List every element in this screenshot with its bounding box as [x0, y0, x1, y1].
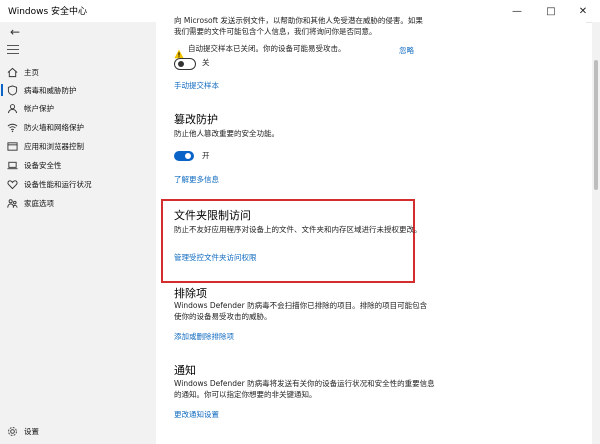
gear-icon: [6, 425, 18, 437]
close-button[interactable]: ✕: [566, 0, 600, 22]
minimize-button[interactable]: —: [500, 0, 534, 22]
sample-submission-toggle[interactable]: [174, 58, 196, 70]
sidebar-item-label: 帐户保护: [24, 103, 54, 113]
sidebar-item-firewall[interactable]: 防火墙和网络保护: [0, 118, 156, 136]
home-icon: [6, 66, 18, 78]
exclusions-description: Windows Defender 防病毒不会扫描你已排除的项目。排除的项目可能包…: [174, 301, 428, 310]
sidebar-item-device-security[interactable]: 设备安全性: [0, 156, 156, 174]
scrollbar-thumb[interactable]: [594, 60, 598, 190]
family-icon: [6, 197, 18, 209]
tamper-protection-toggle[interactable]: [174, 151, 194, 161]
sidebar-item-label: 防火墙和网络保护: [24, 122, 84, 132]
window-title: Windows 安全中心: [8, 7, 88, 17]
add-remove-exclusions-link[interactable]: 添加或删除排除项: [174, 331, 234, 342]
controlled-folder-access-description: 防止不友好应用程序对设备上的文件、文件夹和内存区域进行未授权更改。: [174, 225, 422, 234]
sidebar-item-home[interactable]: 主页: [0, 63, 156, 81]
sidebar-item-label: 设备性能和运行状况: [24, 179, 92, 189]
manual-submit-link[interactable]: 手动提交样本: [174, 80, 219, 91]
hamburger-menu-icon[interactable]: [6, 42, 20, 56]
heart-icon: [6, 178, 18, 190]
sidebar-item-virus-protection[interactable]: 病毒和威胁防护: [0, 81, 156, 99]
sidebar-item-label: 设置: [24, 426, 39, 436]
sidebar-item-label: 病毒和威胁防护: [24, 85, 77, 95]
tamper-protection-title: 篡改防护: [174, 113, 218, 126]
sidebar-item-label: 主页: [24, 67, 39, 77]
warning-icon: [174, 44, 184, 59]
notifications-description: Windows Defender 防病毒将发送有关你的设备运行状况和安全性的重要…: [174, 379, 435, 388]
dismiss-link[interactable]: 忽略: [399, 45, 414, 56]
notifications-description-2: 的通知。你可以指定你想要的非关键通知。: [174, 390, 317, 399]
manage-folder-access-link[interactable]: 管理受控文件夹访问权限: [174, 252, 257, 263]
tamper-protection-description: 防止他人篡改重要的安全功能。: [174, 129, 279, 138]
shield-icon: [6, 84, 18, 96]
sample-toggle-state: 关: [202, 58, 210, 67]
wifi-icon: [6, 121, 18, 133]
sidebar-item-app-browser-control[interactable]: 应用和浏览器控制: [0, 137, 156, 155]
sidebar-item-family-options[interactable]: 家庭选项: [0, 194, 156, 212]
laptop-icon: [6, 159, 18, 171]
person-icon: [6, 102, 18, 114]
sidebar-item-label: 家庭选项: [24, 198, 54, 208]
exclusions-description-2: 使你的设备易受攻击的威胁。: [174, 312, 272, 321]
sidebar-item-label: 设备安全性: [24, 160, 62, 170]
sidebar-item-account-protection[interactable]: 帐户保护: [0, 99, 156, 117]
maximize-button[interactable]: □: [534, 0, 568, 22]
back-button[interactable]: ←: [6, 23, 24, 41]
sidebar-item-label: 应用和浏览器控制: [24, 141, 84, 151]
app-window-icon: [6, 140, 18, 152]
sidebar: ← 主页 病毒和威胁防护 帐户保护 防火墙和网络保护 应用和浏览器控制 设备安全…: [0, 22, 156, 444]
exclusions-title: 排除项: [174, 287, 207, 300]
tamper-toggle-state: 开: [202, 151, 210, 160]
sidebar-item-settings[interactable]: 设置: [0, 422, 156, 440]
sample-submission-description: 向 Microsoft 发送示例文件，以帮助你和其他人免受潜在威胁的侵害。如果: [174, 16, 423, 25]
warning-text: 自动提交样本已关闭。你的设备可能易受攻击。: [188, 44, 346, 53]
learn-more-link[interactable]: 了解更多信息: [174, 174, 219, 185]
controlled-folder-access-title: 文件夹限制访问: [174, 209, 251, 222]
notifications-title: 通知: [174, 364, 196, 377]
sample-submission-description-2: 我们需要的文件可能包含个人信息，我们将询问你是否同意。: [174, 27, 377, 36]
change-notification-settings-link[interactable]: 更改通知设置: [174, 409, 219, 420]
sidebar-item-device-performance[interactable]: 设备性能和运行状况: [0, 175, 156, 193]
